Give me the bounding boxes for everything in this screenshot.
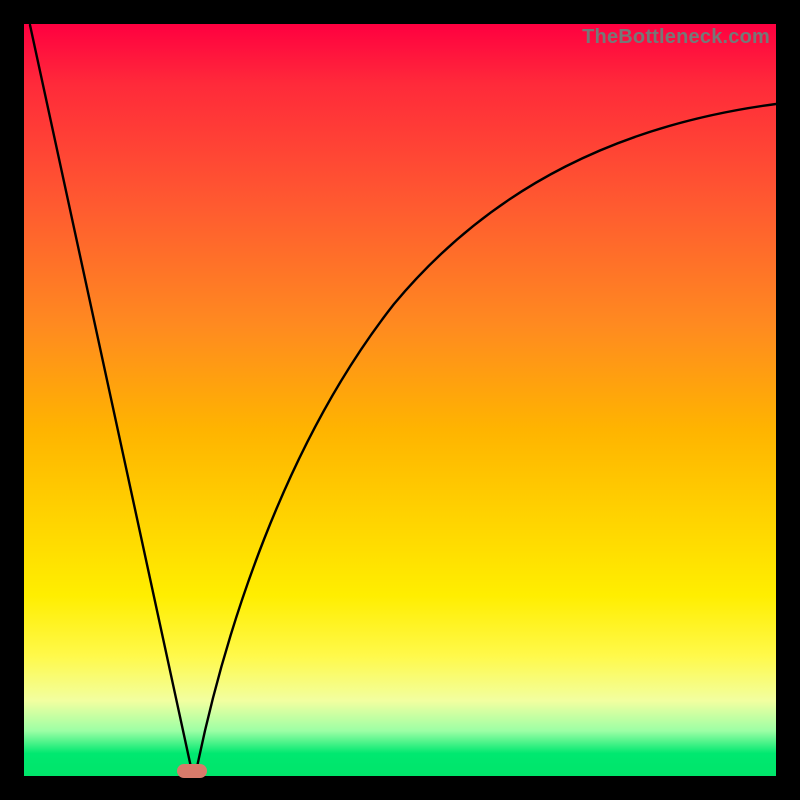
pinch-marker: [177, 764, 207, 778]
curve-path: [30, 25, 776, 772]
attribution-label: TheBottleneck.com: [582, 26, 770, 49]
chart-plot-area: TheBottleneck.com: [24, 24, 776, 776]
bottleneck-curve: [24, 24, 776, 776]
